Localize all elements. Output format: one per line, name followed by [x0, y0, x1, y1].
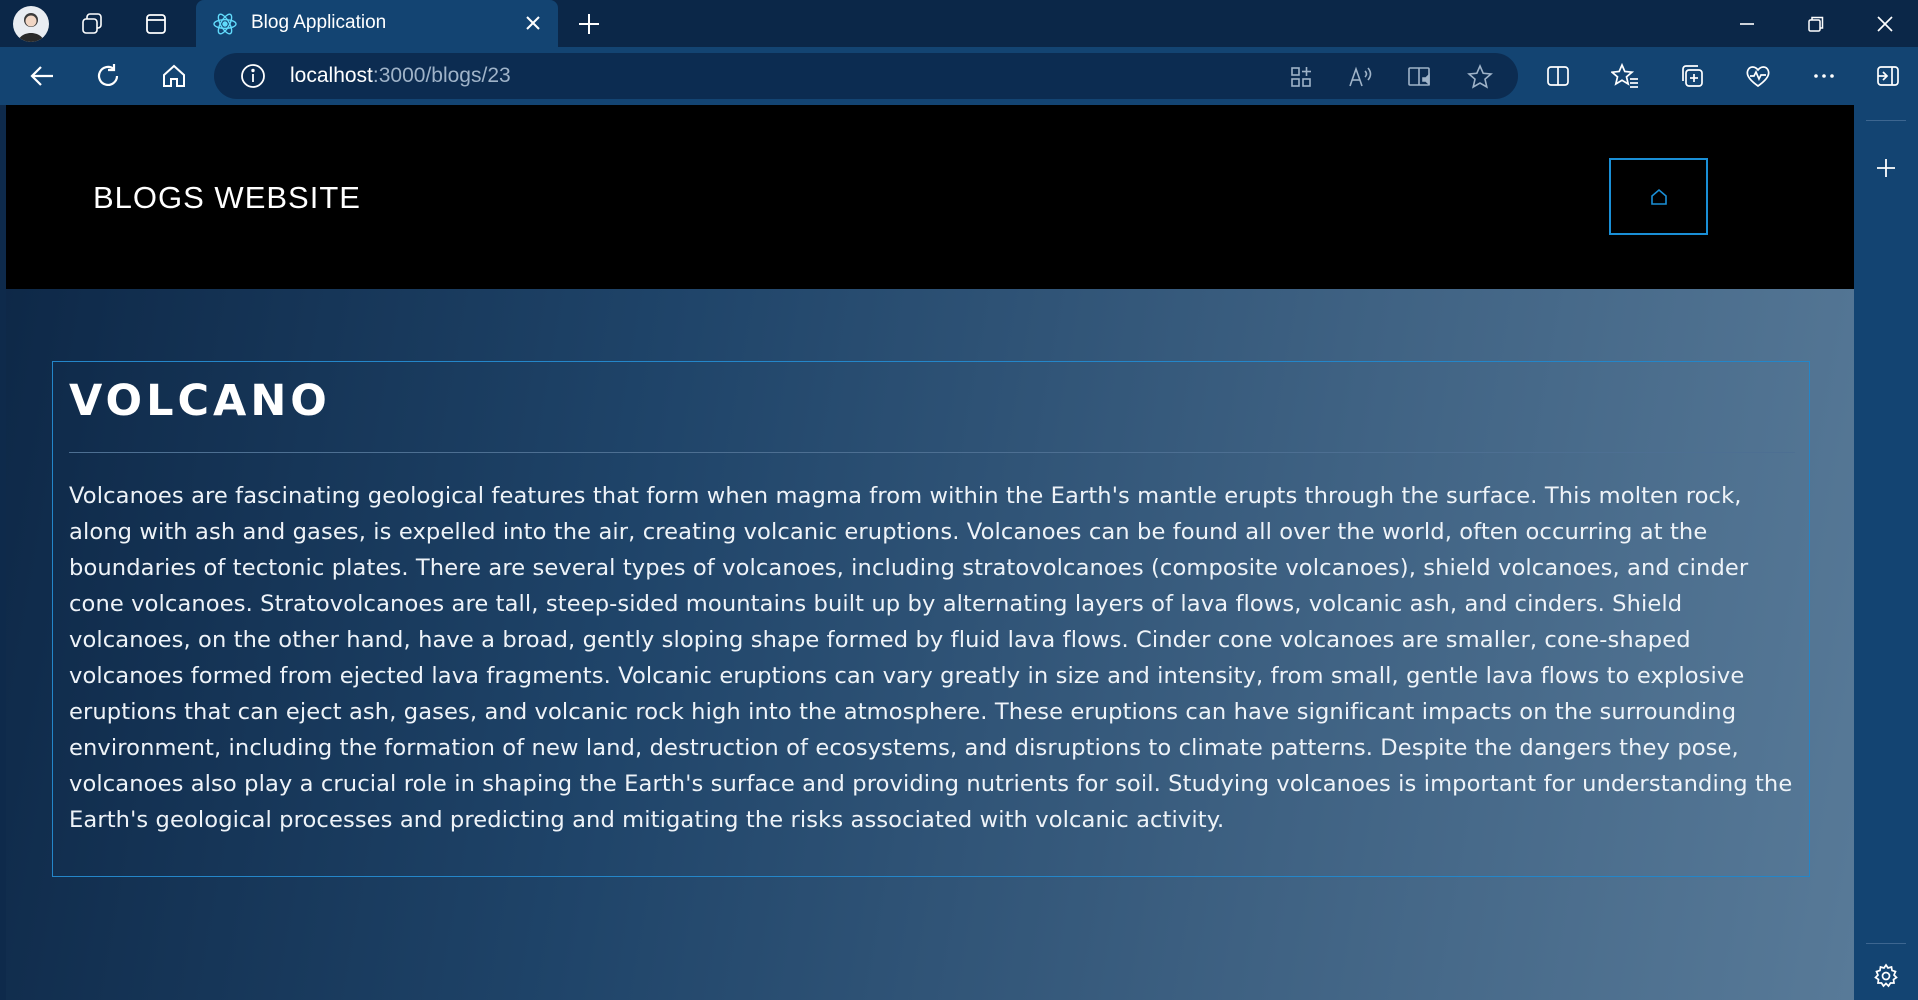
split-screen-icon[interactable] — [1543, 61, 1573, 91]
react-favicon-icon — [212, 12, 238, 36]
post-body: Volcanoes are fascinating geological fea… — [69, 483, 1793, 833]
collections-icon[interactable] — [1677, 61, 1707, 91]
more-icon[interactable] — [1809, 61, 1839, 91]
title-divider — [69, 452, 1795, 453]
tab-actions-icon[interactable] — [141, 9, 171, 39]
sidebar-divider — [1866, 120, 1906, 121]
url-host: localhost — [290, 64, 373, 87]
blog-post-card: VOLCANO Volcanoes are fascinating geolog… — [52, 361, 1810, 877]
profile-avatar-icon[interactable] — [13, 6, 49, 42]
address-bar[interactable]: localhost:3000/blogs/23 — [214, 53, 1518, 99]
sidebar-toggle-icon[interactable] — [1873, 61, 1903, 91]
post-title: VOLCANO — [69, 376, 331, 426]
settings-icon[interactable] — [1871, 961, 1901, 991]
url-path: :3000/blogs/23 — [372, 64, 511, 87]
page-viewport: BLOGS WEBSITE VOLCANO Volcanoes are fasc… — [6, 105, 1854, 1000]
workspaces-icon[interactable] — [78, 9, 108, 39]
active-tab[interactable]: Blog Application — [196, 0, 558, 47]
favorites-icon[interactable] — [1610, 61, 1640, 91]
browser-toolbar: localhost:3000/blogs/23 — [0, 47, 1918, 105]
add-sidebar-icon[interactable] — [1871, 153, 1901, 183]
site-home-icon — [1649, 187, 1669, 207]
apps-icon[interactable] — [1287, 63, 1315, 91]
site-info-icon[interactable] — [240, 63, 266, 89]
home-button[interactable] — [1609, 158, 1708, 235]
sidebar-divider-bottom — [1866, 943, 1906, 944]
browser-sidebar — [1854, 105, 1918, 1000]
site-brand[interactable]: BLOGS WEBSITE — [93, 180, 361, 216]
site-header: BLOGS WEBSITE — [6, 105, 1854, 289]
refresh-icon[interactable] — [93, 61, 123, 91]
back-icon[interactable] — [27, 61, 57, 91]
close-window-icon[interactable] — [1870, 9, 1900, 39]
minimize-icon[interactable] — [1732, 9, 1762, 39]
browser-essentials-icon[interactable] — [1743, 61, 1773, 91]
tab-title: Blog Application — [251, 12, 387, 33]
home-icon[interactable] — [159, 61, 189, 91]
restore-icon[interactable] — [1801, 9, 1831, 39]
new-tab-icon[interactable] — [574, 9, 604, 39]
tab-strip: Blog Application — [0, 0, 1918, 47]
favorite-star-icon[interactable] — [1466, 63, 1494, 91]
url-text: localhost:3000/blogs/23 — [290, 64, 511, 88]
close-tab-icon[interactable] — [522, 12, 544, 34]
immersive-reader-icon[interactable] — [1406, 63, 1434, 91]
read-aloud-icon[interactable] — [1347, 63, 1375, 91]
